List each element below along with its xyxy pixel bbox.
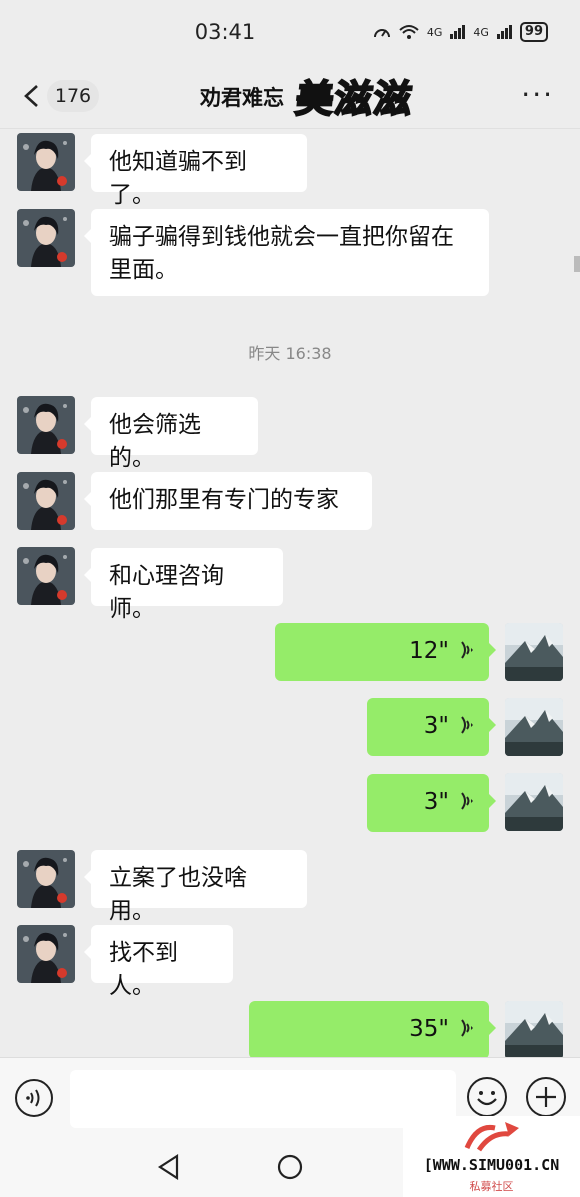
triangle-back-icon[interactable] <box>157 1154 181 1180</box>
wifi-icon <box>399 25 419 39</box>
voice-duration: 3" <box>423 713 449 739</box>
watermark-site: [WWW.SIMU001.CN <box>423 1156 560 1174</box>
unread-count-badge[interactable]: 176 <box>47 80 99 112</box>
scroll-indicator <box>574 256 580 272</box>
watermark-subtitle: 私募社区 <box>469 1180 514 1193</box>
incoming-message[interactable]: 立案了也没啥用。 <box>84 850 307 924</box>
contact-avatar[interactable] <box>17 396 75 454</box>
more-icon[interactable]: ··· <box>521 78 554 111</box>
contact-avatar[interactable] <box>17 133 75 191</box>
voice-wave-icon <box>461 641 473 659</box>
chat-title: 劝君难忘 <box>200 86 284 110</box>
battery-icon: 99 <box>519 22 548 42</box>
chat-header: 176 劝君难忘 美滋滋 ··· <box>0 66 580 129</box>
sticker-overlay: 美滋滋 <box>292 76 416 122</box>
outgoing-voice-message[interactable]: 12" <box>275 623 496 681</box>
outgoing-voice-message[interactable]: 3" <box>367 698 496 756</box>
watermark-logo <box>464 1122 519 1152</box>
incoming-message[interactable]: 他知道骗不到了。 <box>84 134 307 208</box>
chevron-left-icon[interactable] <box>22 84 40 108</box>
incoming-message[interactable]: 骗子骗得到钱他就会一直把你留在里面。 <box>84 209 489 296</box>
incoming-message[interactable]: 他们那里有专门的专家 <box>84 472 372 530</box>
signal-icon <box>496 25 512 39</box>
voice-duration: 3" <box>423 789 449 815</box>
network-type-2: 4G <box>473 25 489 39</box>
message-timestamp: 昨天 16:38 <box>248 344 332 363</box>
network-type-1: 4G <box>426 25 443 39</box>
emoji-icon[interactable] <box>467 1077 507 1117</box>
contact-avatar[interactable] <box>17 547 75 605</box>
incoming-message[interactable]: 找不到人。 <box>84 925 233 999</box>
outgoing-voice-message[interactable]: 3" <box>367 774 496 832</box>
contact-avatar[interactable] <box>17 850 75 908</box>
watermark: [WWW.SIMU001.CN 私募社区 <box>403 1116 580 1197</box>
data-saver-icon <box>373 29 390 38</box>
my-avatar[interactable] <box>505 623 563 681</box>
incoming-message[interactable]: 他会筛选的。 <box>84 397 258 471</box>
my-avatar[interactable] <box>505 773 563 831</box>
outgoing-voice-message[interactable]: 35" <box>249 1001 496 1059</box>
plus-icon[interactable] <box>526 1077 566 1117</box>
voice-mode-icon[interactable] <box>15 1079 53 1117</box>
contact-avatar[interactable] <box>17 472 75 530</box>
voice-duration: 35" <box>409 1016 449 1042</box>
contact-avatar[interactable] <box>17 925 75 983</box>
voice-wave-icon <box>461 716 473 734</box>
voice-wave-icon <box>461 792 473 810</box>
status-bar: 03:41 4G 4G 99 <box>0 0 580 66</box>
signal-icon <box>450 25 466 39</box>
message-input[interactable] <box>70 1070 456 1128</box>
my-avatar[interactable] <box>505 1001 563 1059</box>
circle-home-icon[interactable] <box>276 1153 304 1181</box>
my-avatar[interactable] <box>505 698 563 756</box>
contact-avatar[interactable] <box>17 209 75 267</box>
status-icons: 4G 4G 99 <box>373 22 548 42</box>
voice-duration: 12" <box>409 638 449 664</box>
voice-wave-icon <box>461 1019 473 1037</box>
incoming-message[interactable]: 和心理咨询师。 <box>84 548 283 622</box>
